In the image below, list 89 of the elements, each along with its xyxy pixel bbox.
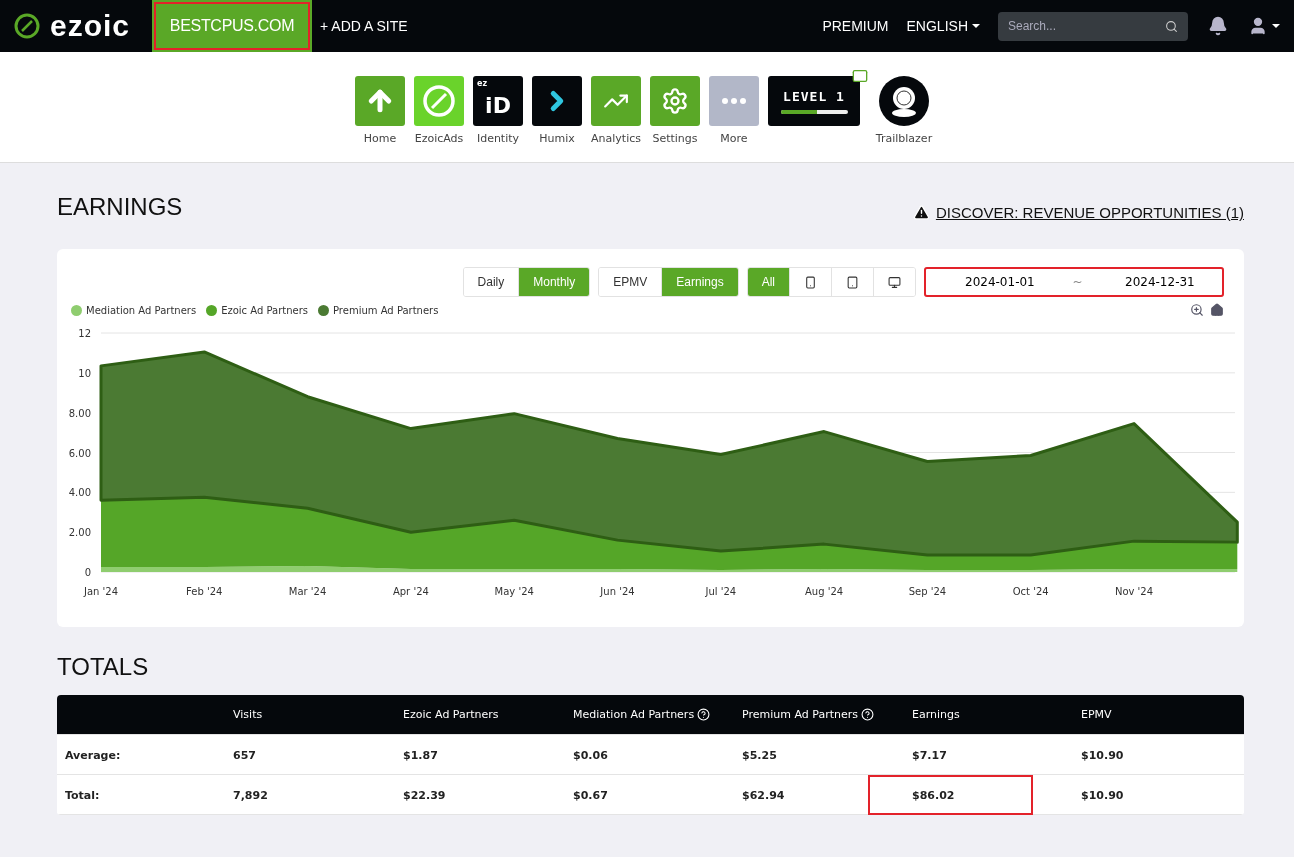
- level-text: LEVEL 1: [783, 88, 845, 104]
- metric-toggle[interactable]: EPMV: [599, 268, 663, 296]
- period-toggle[interactable]: Daily: [463, 268, 520, 296]
- y-tick-label: 6.00: [68, 447, 91, 459]
- app-label: Home: [363, 132, 397, 145]
- totals-title: TOTALS: [57, 653, 150, 681]
- caret-icon: [972, 24, 980, 28]
- y-tick-label: 0: [84, 567, 91, 578]
- language-menu[interactable]: ENGLISH: [906, 18, 980, 34]
- humix-tile[interactable]: [532, 76, 582, 126]
- app-label: Trailblazer: [875, 132, 933, 145]
- caret-icon: [1272, 24, 1280, 28]
- zoom-icon[interactable]: [1190, 303, 1204, 317]
- date-range-field[interactable]: 2024-01-01 ~ 2024-12-31: [924, 267, 1224, 297]
- legend-item[interactable]: Ezoic Ad Partners: [206, 304, 308, 316]
- table-cell: $86.02: [868, 775, 1033, 815]
- x-tick-label: Jan '24: [83, 586, 119, 597]
- table-cell-text: $62.94: [742, 787, 786, 804]
- bell-icon[interactable]: [1208, 16, 1228, 36]
- help-icon[interactable]: [860, 708, 874, 721]
- column-header: EPMV: [1081, 708, 1113, 721]
- user-icon[interactable]: [1248, 16, 1268, 36]
- helmet-icon: [889, 85, 919, 117]
- table-cell-text: $0.06: [573, 747, 609, 764]
- column-header: Earnings: [912, 708, 961, 721]
- logo-icon: [14, 13, 40, 39]
- app-label: Settings: [652, 132, 698, 145]
- column-header: Premium Ad Partners: [742, 708, 912, 721]
- table-cell-text: $0.67: [573, 787, 609, 804]
- y-tick-label: 10: [78, 367, 91, 379]
- y-tick-label: 4.00: [68, 487, 91, 499]
- dots-icon: [722, 98, 746, 104]
- help-icon[interactable]: [697, 708, 711, 721]
- astronaut-badge[interactable]: [879, 76, 929, 126]
- table-cell-text: 7,892: [233, 787, 269, 804]
- legend-item[interactable]: Premium Ad Partners: [318, 304, 439, 316]
- table-cell-text: $5.25: [742, 747, 778, 764]
- home-tile[interactable]: [355, 76, 405, 126]
- phone-icon: [804, 275, 817, 289]
- y-tick-label: 2.00: [68, 527, 91, 539]
- x-tick-label: Sep '24: [908, 586, 947, 597]
- row-label: Average:: [64, 747, 122, 764]
- premium-link[interactable]: PREMIUM: [822, 18, 889, 34]
- row-label: Total:: [64, 787, 101, 804]
- legend-item[interactable]: Mediation Ad Partners: [71, 304, 197, 316]
- search-field[interactable]: Search...: [998, 11, 1188, 41]
- level-badge[interactable]: LEVEL 1: [768, 76, 860, 126]
- y-tick-label: 12: [78, 328, 91, 339]
- ez-label: ez: [477, 79, 488, 88]
- add-site-link[interactable]: + ADD A SITE: [320, 18, 408, 34]
- x-tick-label: Feb '24: [186, 586, 223, 597]
- search-icon[interactable]: [1165, 19, 1178, 33]
- earnings-title: EARNINGS: [57, 193, 183, 221]
- table-cell-text: $10.90: [1081, 787, 1125, 804]
- x-tick-label: Mar '24: [288, 586, 327, 597]
- x-tick-label: Jul '24: [705, 586, 737, 597]
- column-header: Ezoic Ad Partners: [403, 708, 500, 721]
- id-label: iD: [485, 92, 511, 118]
- warning-icon: [912, 204, 930, 221]
- desktop-icon: [888, 275, 901, 289]
- column-header: Visits: [233, 708, 264, 721]
- y-tick-label: 8.00: [68, 407, 91, 419]
- more-tile[interactable]: [709, 76, 759, 126]
- app-label: Identity: [476, 132, 520, 145]
- discover-link[interactable]: DISCOVER: REVENUE OPPORTUNITIES (1): [912, 204, 1244, 221]
- identity-tile[interactable]: ez iD: [473, 76, 523, 126]
- x-tick-label: May '24: [494, 586, 534, 597]
- app-label: More: [720, 132, 748, 145]
- table-cell-text: $7.17: [912, 747, 948, 764]
- x-tick-label: Oct '24: [1012, 586, 1049, 597]
- x-tick-label: Jun '24: [600, 586, 635, 597]
- logo-text[interactable]: ezoic: [50, 9, 131, 43]
- settings-tile[interactable]: [650, 76, 700, 126]
- x-tick-label: Nov '24: [1114, 586, 1154, 597]
- x-tick-label: Apr '24: [392, 586, 429, 597]
- tablet-icon: [846, 275, 859, 289]
- app-label: EzoicAds: [414, 132, 464, 145]
- app-label: Analytics: [591, 132, 641, 145]
- table-cell-text: $1.87: [403, 747, 439, 764]
- ezoicads-tile[interactable]: [414, 76, 464, 126]
- settings-icon: [661, 87, 689, 115]
- home-icon[interactable]: [1210, 303, 1224, 317]
- column-header: Mediation Ad Partners: [573, 708, 742, 721]
- table-cell-text: $22.39: [403, 787, 447, 804]
- table-cell-text: 657: [233, 747, 257, 764]
- x-tick-label: Aug '24: [805, 586, 844, 597]
- analytics-tile[interactable]: [591, 76, 641, 126]
- table-cell-text: $10.90: [1081, 747, 1125, 764]
- app-label: Humix: [539, 132, 575, 145]
